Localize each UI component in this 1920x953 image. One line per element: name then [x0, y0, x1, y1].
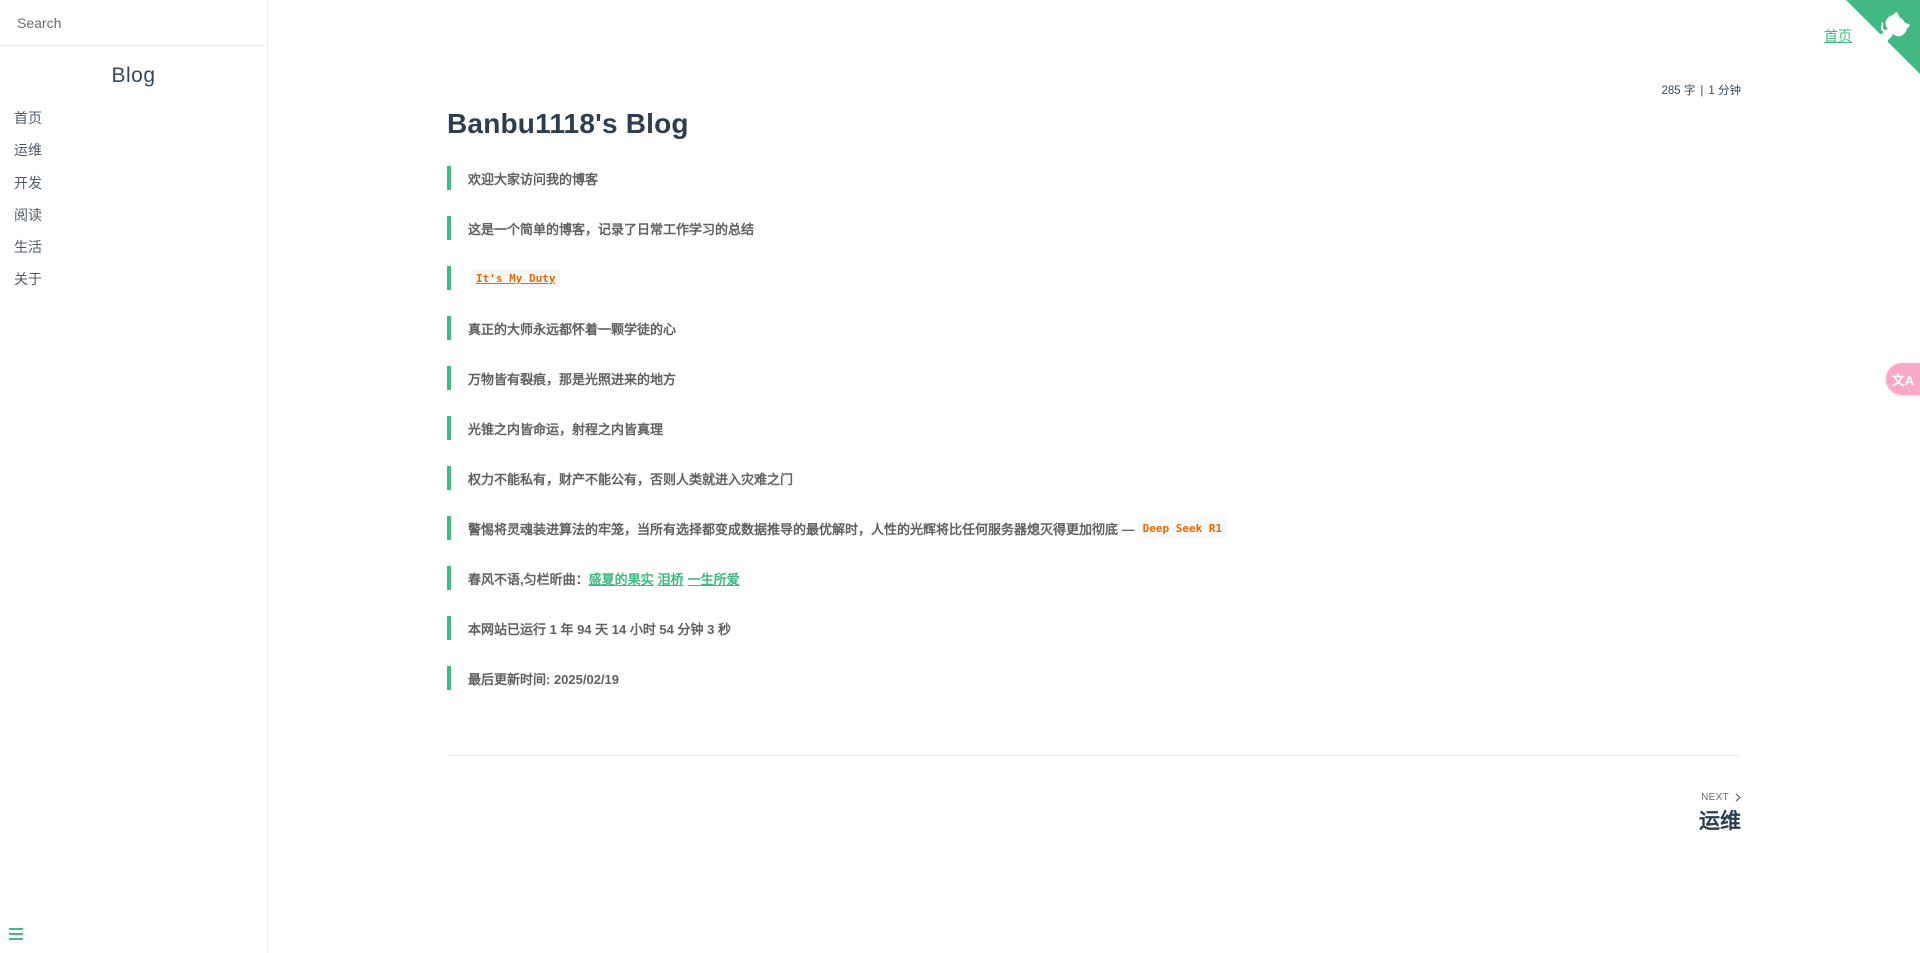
quote-duty: It's My Duty	[447, 266, 1741, 290]
github-octocat-icon[interactable]	[1846, 0, 1920, 74]
code-duty: It's My Duty	[471, 268, 561, 288]
quote-updated: 最后更新时间: 2025/02/19	[447, 666, 1741, 690]
quote-text: 光锥之内皆命运，射程之内皆真理	[468, 421, 664, 437]
sidebar-item-ops[interactable]: 运维	[14, 134, 267, 166]
quote-text: 欢迎大家访问我的博客	[468, 171, 599, 187]
updated-text: 最后更新时间: 2025/02/19	[468, 671, 620, 687]
pagination-next[interactable]: NEXT 运维	[1699, 792, 1741, 835]
page-title: Banbu1118's Blog	[447, 108, 689, 139]
quote-power: 权力不能私有，财产不能公有，否则人类就进入灾难之门	[447, 466, 1741, 490]
next-page-title: 运维	[1699, 810, 1741, 833]
meta-separator: |	[1700, 85, 1704, 97]
next-label: NEXT	[1701, 792, 1729, 803]
song-link-2[interactable]: 泪桥	[658, 569, 684, 588]
hamburger-bar	[9, 938, 23, 940]
quote-list: 欢迎大家访问我的博客 这是一个简单的博客，记录了日常工作学习的总结 It's M…	[447, 166, 1741, 716]
word-count: 285 字	[1661, 85, 1696, 97]
song-link-3[interactable]: 一生所爱	[688, 569, 740, 588]
song-link-1[interactable]: 盛夏的果实	[589, 569, 654, 588]
quote-text: 春风不语,匀栏昕曲：	[468, 571, 589, 587]
hamburger-bar	[9, 928, 23, 930]
app-name[interactable]: Blog	[0, 64, 267, 88]
quote-text: 警惕将灵魂装进算法的牢笼，当所有选择都变成数据推导的最优解时，人性的光辉将比任何…	[468, 521, 1135, 537]
quote-intro: 这是一个简单的博客，记录了日常工作学习的总结	[447, 216, 1741, 240]
read-time: 1 分钟	[1708, 85, 1741, 97]
search-box	[0, 0, 267, 46]
divider	[447, 755, 1741, 756]
sidebar-nav: 首页 运维 开发 阅读 生活 关于	[0, 102, 267, 296]
search-input[interactable]	[17, 14, 250, 31]
translate-icon[interactable]: 文A	[1886, 363, 1920, 395]
page-meta: 285 字 | 1 分钟	[1662, 82, 1741, 98]
quote-algorithm: 警惕将灵魂装进算法的牢笼，当所有选择都变成数据推导的最优解时，人性的光辉将比任何…	[447, 516, 1741, 540]
sidebar-item-life[interactable]: 生活	[14, 231, 267, 263]
uptime-text: 本网站已运行 1 年 94 天 14 小时 54 分钟 3 秒	[468, 621, 731, 637]
code-deepseek: Deep Seek R1	[1137, 518, 1228, 538]
hamburger-icon[interactable]	[9, 928, 23, 940]
sidebar-item-about[interactable]: 关于	[14, 263, 267, 295]
chevron-right-icon	[1735, 793, 1741, 802]
next-label-row: NEXT	[1699, 792, 1741, 803]
sidebar-item-reading[interactable]: 阅读	[14, 199, 267, 231]
sidebar: Blog 首页 运维 开发 阅读 生活 关于	[0, 0, 268, 953]
quote-uptime: 本网站已运行 1 年 94 天 14 小时 54 分钟 3 秒	[447, 616, 1741, 640]
quote-master: 真正的大师永远都怀着一颗学徒的心	[447, 316, 1741, 340]
quote-welcome: 欢迎大家访问我的博客	[447, 166, 1741, 190]
quote-lightcone: 光锥之内皆命运，射程之内皆真理	[447, 416, 1741, 440]
quote-text: 万物皆有裂痕，那是光照进来的地方	[468, 371, 677, 387]
sidebar-item-home[interactable]: 首页	[14, 102, 267, 134]
sidebar-item-dev[interactable]: 开发	[14, 167, 267, 199]
hamburger-bar	[9, 933, 23, 935]
quote-text: 真正的大师永远都怀着一颗学徒的心	[468, 321, 677, 337]
quote-music: 春风不语,匀栏昕曲： 盛夏的果实 泪桥 一生所爱	[447, 566, 1741, 590]
quote-text: 这是一个简单的博客，记录了日常工作学习的总结	[468, 221, 755, 237]
quote-text: 权力不能私有，财产不能公有，否则人类就进入灾难之门	[468, 471, 794, 487]
quote-cracks: 万物皆有裂痕，那是光照进来的地方	[447, 366, 1741, 390]
